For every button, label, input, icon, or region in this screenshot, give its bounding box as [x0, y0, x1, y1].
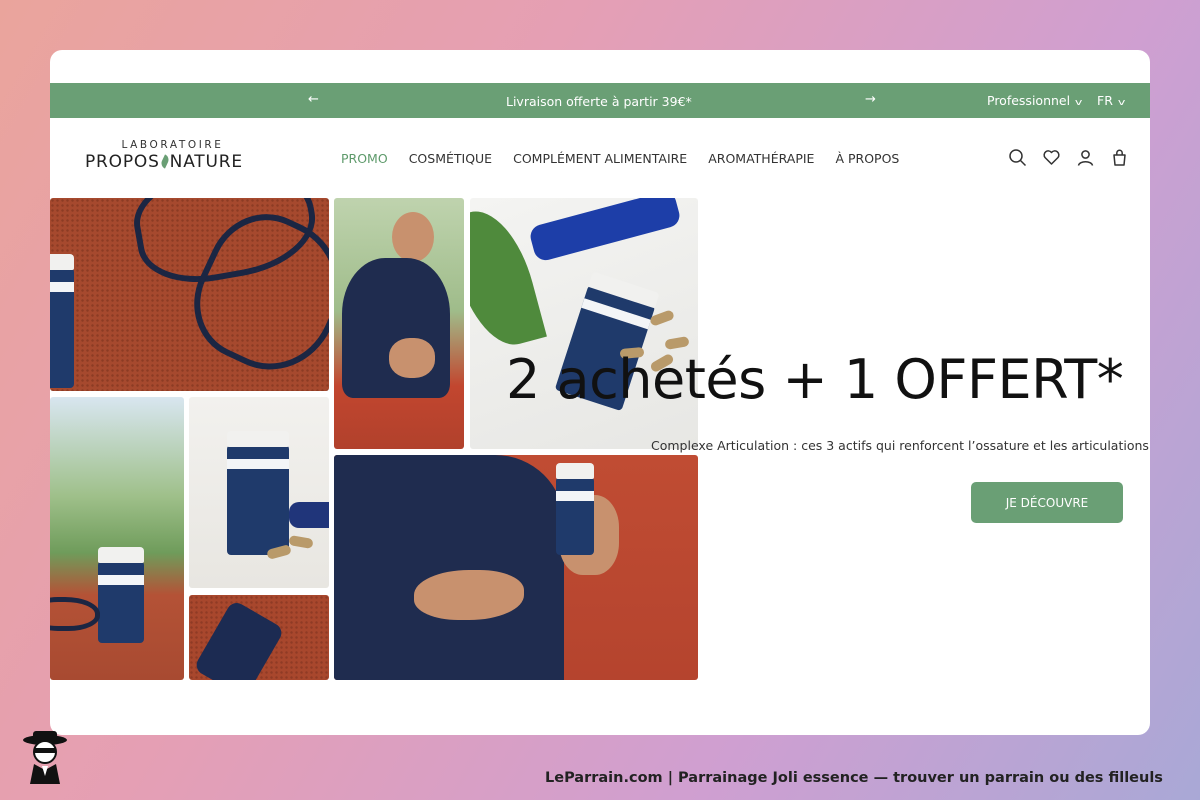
bottle-on-track-photo [189, 595, 329, 680]
water-bottle [527, 198, 683, 263]
hero-subtitle: Complexe Articulation : ces 3 actifs qui… [651, 438, 1149, 453]
language-label: FR [1097, 93, 1113, 108]
person-hands [389, 338, 435, 378]
person-body [342, 258, 450, 398]
chevron-down-icon: v [1117, 98, 1126, 108]
resistance-band [50, 597, 100, 631]
water-bottle [193, 599, 285, 680]
track-and-bands-photo [50, 198, 329, 391]
supplement-jar [98, 547, 144, 643]
hero-headline: 2 achetés + 1 OFFERT* [506, 348, 1124, 411]
logo-right-text: NATURE [169, 152, 243, 172]
hero-image-collage [50, 198, 698, 680]
search-icon[interactable] [1008, 148, 1027, 167]
discover-button[interactable]: JE DÉCOUVRE [971, 482, 1123, 523]
professional-label: Professionnel [987, 93, 1071, 108]
nav-item-aromatherapie[interactable]: AROMATHÉRAPIE [708, 151, 814, 166]
open-hand [414, 570, 524, 620]
browser-page: ← Livraison offerte à partir 39€* → Prof… [50, 50, 1150, 735]
woman-taking-capsules-photo [334, 455, 698, 680]
water-bottle [289, 502, 329, 528]
nav-item-promo[interactable]: PROMO [341, 151, 388, 166]
supplement-jar [227, 431, 289, 555]
capsule [288, 534, 314, 550]
logo-top-text: LABORATOIRE [121, 139, 224, 151]
supplement-jar-with-capsules-photo [470, 198, 698, 449]
nav-item-cosmetique[interactable]: COSMÉTIQUE [409, 151, 492, 166]
person-head [392, 212, 434, 262]
supplement-jar [556, 463, 594, 555]
logo-left-text: PROPOS [85, 152, 160, 172]
professional-dropdown[interactable]: Professionnel v [987, 93, 1083, 108]
man-holding-knee-photo [334, 198, 464, 449]
user-icon[interactable] [1076, 148, 1095, 167]
person-body [334, 455, 564, 680]
heart-icon[interactable] [1042, 148, 1061, 167]
header-icons [1008, 148, 1129, 167]
footer-caption: LeParrain.com | Parrainage Joli essence … [545, 770, 1163, 786]
plant-leaf [470, 201, 547, 355]
nav-item-complement-alimentaire[interactable]: COMPLÉMENT ALIMENTAIRE [513, 151, 687, 166]
language-dropdown[interactable]: FR v [1097, 93, 1126, 108]
site-header: LABORATOIRE PROPOS NATURE PROMO COSMÉTIQU… [50, 118, 1150, 198]
nav-item-a-propos[interactable]: À PROPOS [835, 151, 899, 166]
promo-message: Livraison offerte à partir 39€* [506, 94, 692, 109]
main-nav: PROMO COSMÉTIQUE COMPLÉMENT ALIMENTAIRE … [341, 151, 899, 166]
mascot-logo [20, 728, 70, 784]
promo-bar: ← Livraison offerte à partir 39€* → Prof… [50, 83, 1150, 118]
logo-brand: PROPOS NATURE [85, 152, 265, 172]
next-arrow-icon[interactable]: → [865, 92, 876, 107]
supplement-jar [50, 254, 74, 388]
bag-icon[interactable] [1110, 148, 1129, 167]
leaf-icon [159, 154, 171, 169]
chevron-down-icon: v [1075, 98, 1083, 108]
jar-on-track-photo [50, 397, 184, 680]
articulation-jar-photo [189, 397, 329, 588]
prev-arrow-icon[interactable]: ← [308, 92, 319, 107]
logo[interactable]: LABORATOIRE PROPOS NATURE [85, 139, 265, 172]
